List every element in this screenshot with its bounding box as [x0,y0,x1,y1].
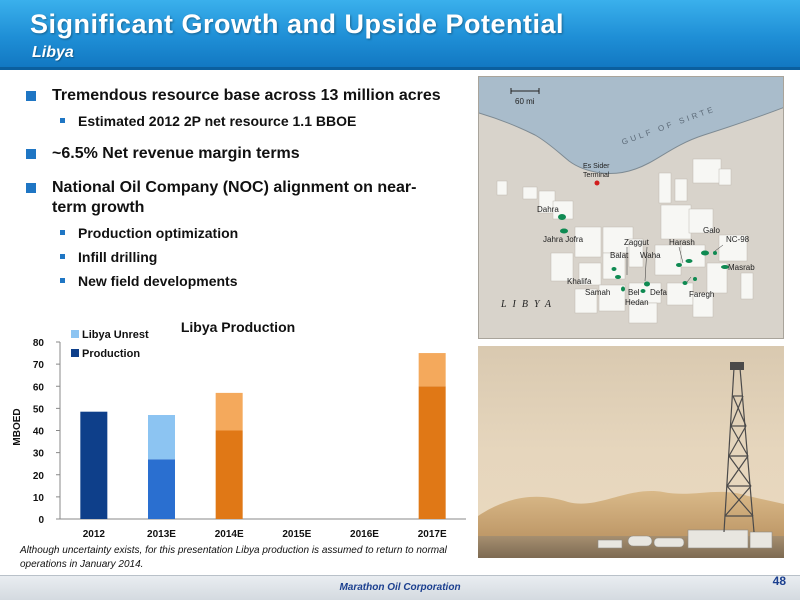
map-label-hedan: Hedan [625,298,649,307]
bullet-list: Tremendous resource base across 13 milli… [22,86,462,290]
x-tick-label: 2017E [418,529,447,540]
rig-photo-graphic [478,346,784,558]
bar-production-2017e [418,386,446,519]
map-label-khalifa: Khalifa [567,277,592,286]
map-label-samah: Samah [585,288,611,297]
bullet-noc-line1: National Oil Company (NOC) alignment on … [52,179,417,196]
terminal-marker [594,180,600,186]
y-tick-label: 30 [33,449,45,460]
y-tick-label: 70 [33,360,45,371]
page-number: 48 [772,574,786,588]
bullet-resource-base: Tremendous resource base across 13 milli… [22,86,462,106]
bullet-noc-line2: term growth [52,199,145,216]
legend-swatch-production [71,349,79,357]
bullet-revenue-margin: ~6.5% Net revenue margin terms [22,144,462,164]
y-tick-label: 60 [33,382,45,393]
bar-libya-unrest-2014e [215,392,243,431]
map-label-es-sider: Es Sider [583,163,610,170]
slide-subtitle: Libya [32,44,74,61]
y-tick-label: 20 [33,471,45,482]
y-tick-label: 80 [33,338,45,349]
slide-title: Significant Growth and Upside Potential [30,9,565,39]
sub-bullet-new-field-developments: New field developments [22,272,462,290]
footer-bar: Marathon Oil Corporation 48 [0,574,800,600]
sub-bullet-production-optimization: Production optimization [22,224,462,242]
bar-production-2013e [148,459,175,519]
bar-production-2012 [80,411,108,519]
map-label-masrab: Masrab [728,263,755,272]
chart-title: Libya Production [181,319,295,335]
map-label-terminal: Terminal [583,172,610,179]
y-tick-label: 10 [33,493,45,504]
y-tick-label: 0 [38,515,44,526]
chart-legend: Libya Unrest Production [71,329,149,360]
bar-libya-unrest-2017e [418,353,446,387]
legend-label-libya-unrest: Libya Unrest [82,329,149,341]
map-label-galo: Galo [703,226,720,235]
x-tick-label: 2016E [350,529,379,540]
map-label-zaggut: Zaggut [624,238,649,247]
sub-bullet-infill-drilling: Infill drilling [22,248,462,266]
chart-y-label: MBOED [12,408,23,445]
y-axis: 0 10 20 30 40 50 60 70 80 [33,338,61,526]
libya-production-chart: Libya Production MBOED 0 10 20 30 40 50 60 70 80… [12,319,466,540]
map-label-harash: Harash [669,238,695,247]
map-label-balat: Balat [610,251,629,260]
map-label-jahra-jofra: Jahra Jofra [543,235,584,244]
sub-bullet-net-resource: Estimated 2012 2P net resource 1.1 BBOE [22,112,462,130]
x-tick-label: 2013E [147,529,176,540]
legend-label-production: Production [82,348,140,360]
map-label-faregh: Faregh [689,290,715,299]
legend-swatch-libya-unrest [71,330,79,338]
bar-libya-unrest-2013e [148,415,175,460]
bar-group [80,353,446,519]
map-scale-label: 60 mi [515,97,535,106]
y-tick-label: 40 [33,427,45,438]
map-label-waha: Waha [640,251,661,260]
bullet-noc-alignment: National Oil Company (NOC) alignment on … [22,178,462,218]
x-tick-label: 2015E [282,529,311,540]
footer-company-name: Marathon Oil Corporation [339,582,461,593]
libya-concession-map: 60 mi GULF OF SIRTE Es Sider Terminal Da… [478,76,784,339]
y-tick-label: 50 [33,404,45,415]
drilling-rig-photo [478,346,784,558]
map-label-defa: Defa [650,288,667,297]
x-tick-label: 2014E [215,529,244,540]
map-label-nc98: NC-98 [726,235,750,244]
chart-footnote: Although uncertainty exists, for this pr… [20,545,447,570]
title-bar: Significant Growth and Upside Potential … [0,0,800,70]
map-label-bel: Bel [628,288,640,297]
x-tick-label: 2012 [83,529,106,540]
bar-production-2014e [215,430,243,519]
map-label-dahra: Dahra [537,205,559,214]
x-axis: 2012 2013E 2014E 2015E 2016E 2017E [60,518,466,540]
map-label-libya: LIBYA [501,299,557,310]
